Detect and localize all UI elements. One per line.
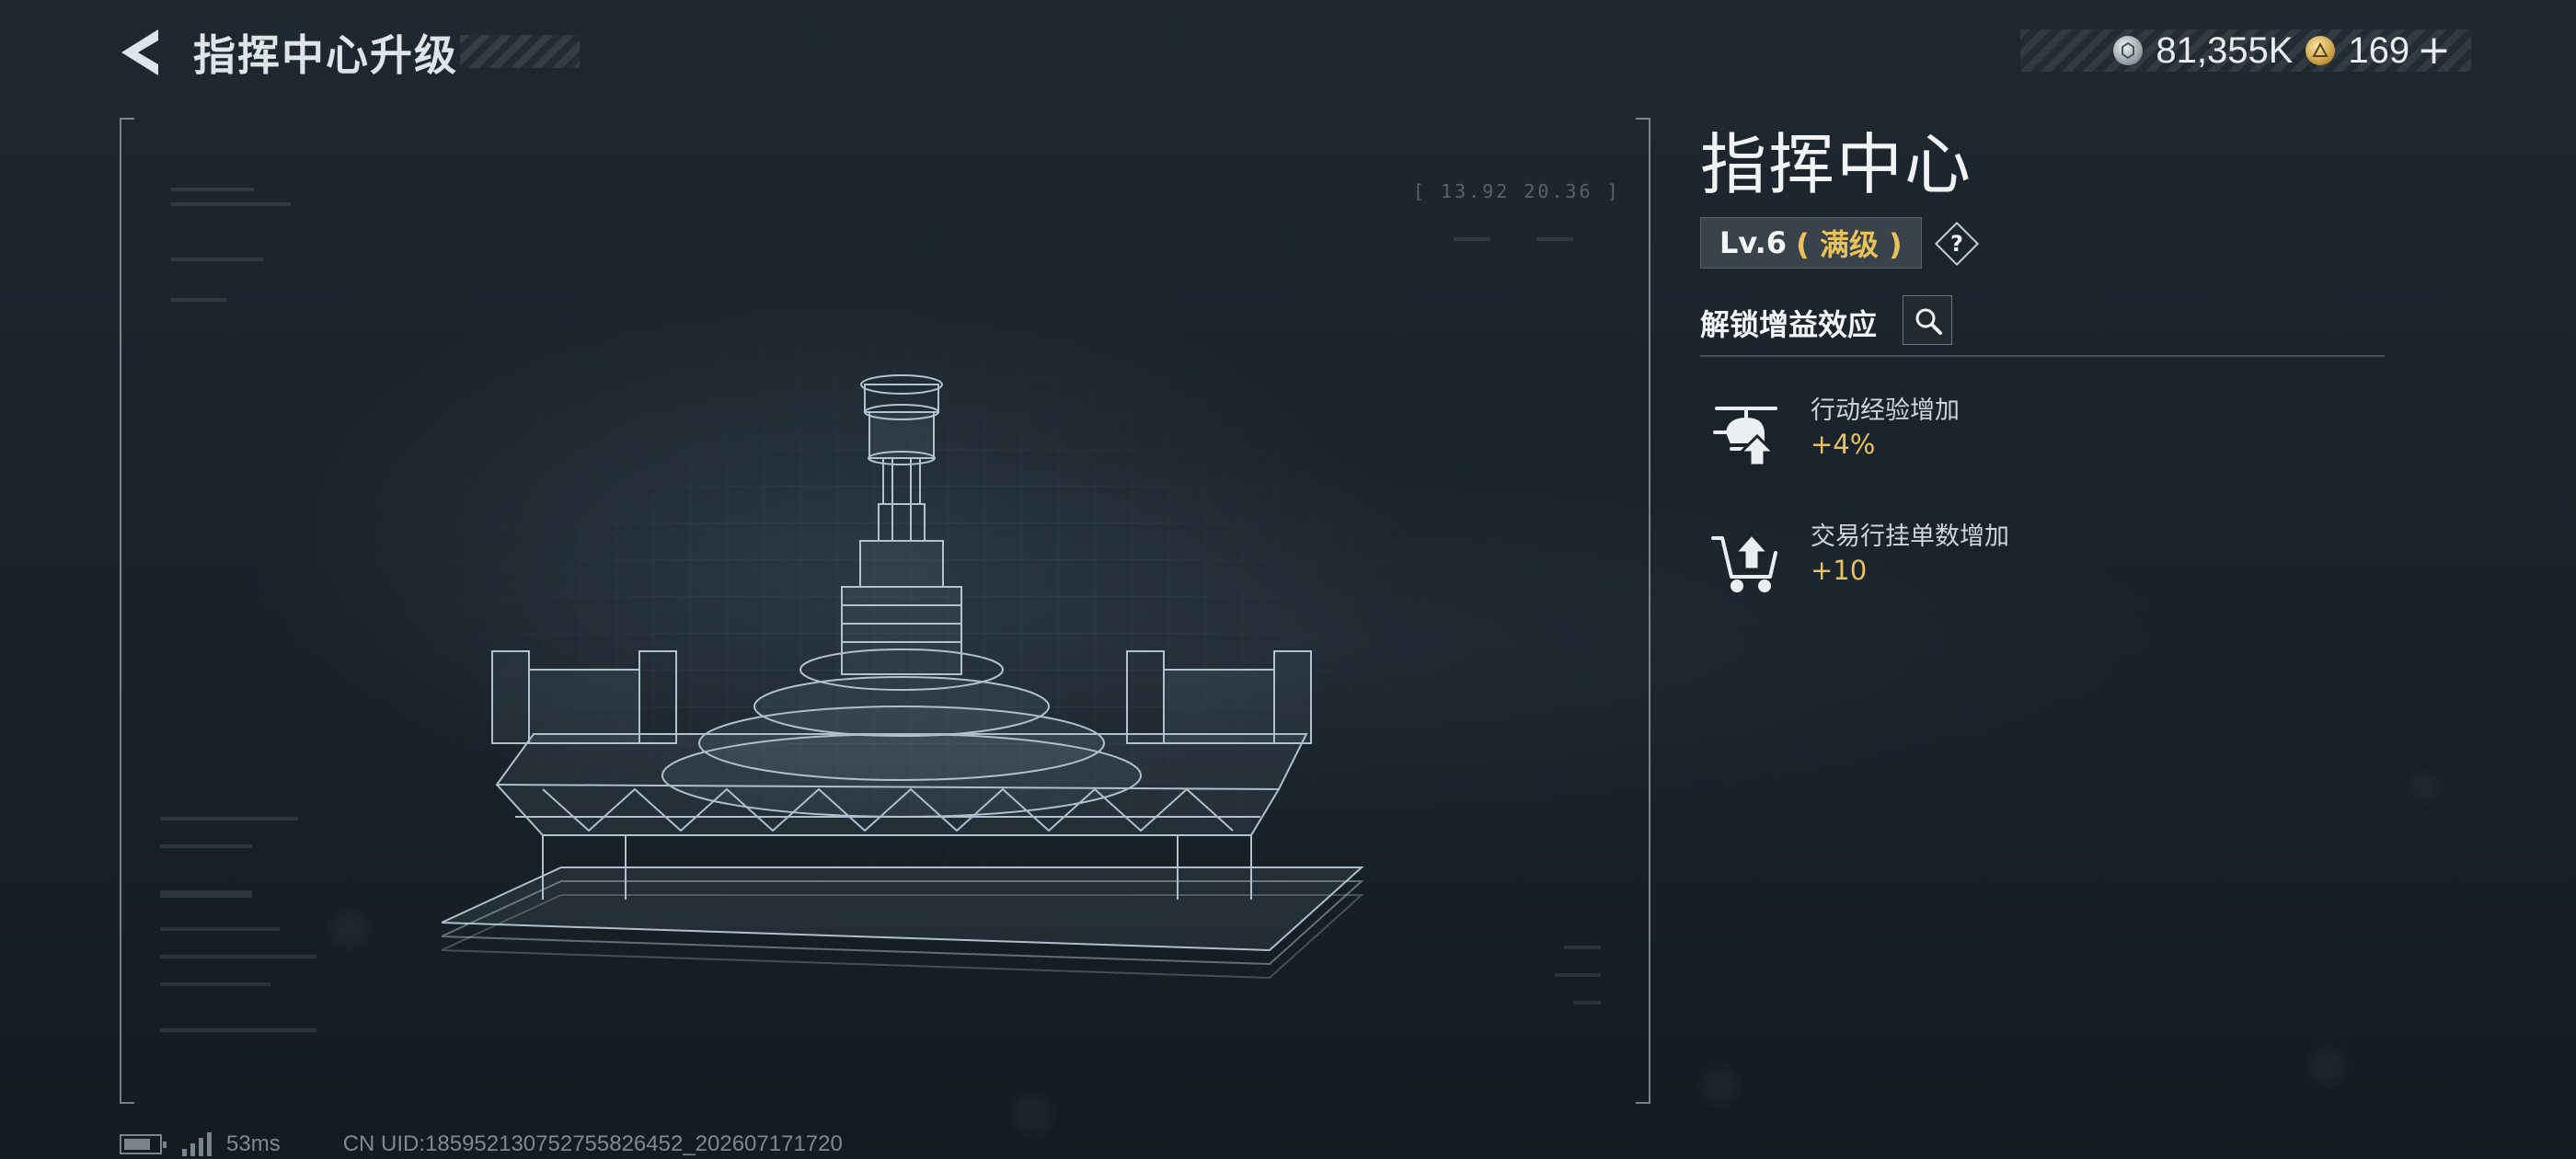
back-button[interactable] <box>118 26 166 79</box>
add-currency-button[interactable]: + <box>2417 30 2451 71</box>
back-arrow-icon <box>121 29 158 75</box>
battery-icon <box>120 1134 167 1154</box>
hud-decoration <box>160 890 252 898</box>
signal-icon <box>182 1132 213 1156</box>
hud-decoration <box>160 982 270 986</box>
divider <box>1700 355 2385 357</box>
level-row: Lv.6 ( 满级 ) ? <box>1700 217 1980 269</box>
search-icon <box>1915 308 1942 335</box>
hud-decoration <box>1536 237 1573 241</box>
help-icon: ? <box>1950 231 1963 257</box>
hud-decoration <box>160 927 280 931</box>
background-bokeh <box>1702 1067 1739 1104</box>
hud-decoration <box>171 258 263 261</box>
building-name: 指挥中心 <box>1700 126 1973 203</box>
hud-decoration <box>160 844 252 848</box>
top-bar: 指挥中心升级 81,355K 169 + <box>0 0 2576 101</box>
hud-coordinates: [ 13.92 20.36 ] <box>1413 180 1621 202</box>
helicopter-upgrade-icon <box>1713 407 1777 467</box>
buff-label: 交易行挂单数增加 <box>1811 522 2009 551</box>
buff-section-header: 解锁增益效应 <box>1700 293 2385 357</box>
buff-label: 行动经验增加 <box>1811 396 1960 425</box>
status-footer: 53ms CN UID:18595213075275582645​2_20260… <box>120 1130 843 1159</box>
buff-section-title: 解锁增益效应 <box>1700 307 1878 342</box>
buff-value: +4% <box>1811 429 1876 460</box>
hud-decoration <box>171 188 254 191</box>
background-bokeh <box>2410 773 2438 800</box>
hud-decoration <box>171 202 291 206</box>
hud-decoration <box>171 298 226 302</box>
buff-item: 行动经验增加 +4% <box>1700 386 2385 478</box>
silver-currency-value: 81,355K <box>2156 29 2294 71</box>
hud-decoration <box>1555 973 1601 977</box>
cart-upgrade-icon <box>1711 532 1777 592</box>
hud-decoration <box>1573 1001 1601 1004</box>
gold-coin-icon <box>2306 36 2336 65</box>
hud-decoration <box>160 817 298 820</box>
user-uid: CN UID:18595213075275582645​2_2026071717… <box>342 1131 843 1156</box>
level-max-status: ( 满级 ) <box>1796 227 1903 262</box>
level-value: Lv.6 <box>1719 225 1788 260</box>
viewer-frame-right <box>1636 118 1650 1104</box>
building-viewer[interactable]: [ 13.92 20.36 ] <box>120 118 1650 1104</box>
silver-coin-icon <box>2113 36 2144 65</box>
building-info-panel: 指挥中心 Lv.6 ( 满级 ) ? 解锁增益效应 行动经验增加 +4% 交易行… <box>1700 110 2385 592</box>
background-bokeh <box>2309 1049 2346 1085</box>
buff-detail-button[interactable] <box>1903 295 1952 345</box>
hud-decoration <box>160 1028 316 1032</box>
title-stripes-decoration <box>460 35 580 68</box>
page-title: 指挥中心升级 <box>193 30 458 80</box>
command-center-hologram <box>442 374 1364 980</box>
ping-value: 53ms <box>226 1131 281 1156</box>
hud-decoration <box>160 955 316 958</box>
hud-decoration <box>1454 237 1490 241</box>
viewer-frame-left <box>120 118 134 1104</box>
currency-bar: 81,355K 169 + <box>2020 29 2471 72</box>
buff-value: +10 <box>1811 555 1868 586</box>
buff-item: 交易行挂单数增加 +10 <box>1700 512 2385 604</box>
level-badge: Lv.6 ( 满级 ) <box>1700 217 1922 269</box>
hud-decoration <box>1564 946 1601 949</box>
gold-currency-value: 169 <box>2348 29 2410 71</box>
